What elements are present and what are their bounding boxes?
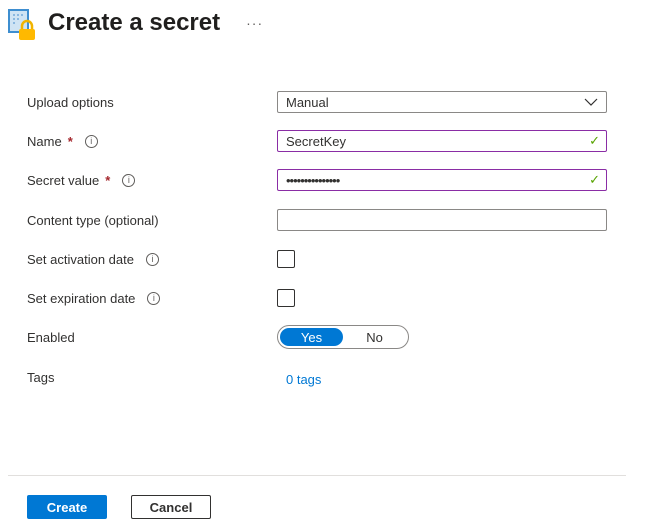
chevron-down-icon	[584, 98, 598, 106]
name-input[interactable]: SecretKey ✓	[277, 130, 607, 152]
enabled-yes-option[interactable]: Yes	[280, 328, 343, 346]
tags-link[interactable]: 0 tags	[286, 372, 321, 387]
name-row: Name * i SecretKey ✓	[27, 129, 607, 153]
enabled-toggle[interactable]: Yes No	[277, 325, 409, 349]
secret-value-label: Secret value	[27, 172, 100, 188]
activation-date-row: Set activation date i	[27, 247, 607, 271]
divider	[8, 475, 626, 476]
page-title: Create a secret	[48, 9, 221, 36]
expiration-date-row: Set expiration date i	[27, 286, 607, 310]
secret-value-row: Secret value * i ••••••••••••••• ✓	[27, 168, 607, 192]
cancel-button[interactable]: Cancel	[131, 495, 211, 519]
secret-value-masked: •••••••••••••••	[286, 172, 340, 188]
info-icon[interactable]: i	[122, 173, 136, 187]
info-icon[interactable]: i	[84, 134, 98, 148]
more-options-button[interactable]: ···	[246, 15, 263, 31]
activation-date-checkbox[interactable]	[277, 250, 295, 268]
content-type-input[interactable]	[277, 209, 607, 231]
enabled-row: Enabled Yes No	[27, 325, 607, 349]
required-marker: *	[67, 133, 73, 149]
activation-date-label: Set activation date	[27, 251, 134, 267]
upload-options-label: Upload options	[27, 94, 114, 110]
name-label: Name	[27, 133, 62, 149]
info-icon[interactable]: i	[145, 252, 159, 266]
name-value: SecretKey	[286, 133, 346, 149]
upload-options-value: Manual	[286, 94, 329, 110]
expiration-date-label: Set expiration date	[27, 290, 136, 306]
content-type-row: Content type (optional)	[27, 208, 607, 232]
header: Create a secret ···	[8, 6, 263, 40]
upload-options-dropdown[interactable]: Manual	[277, 91, 607, 113]
create-button[interactable]: Create	[27, 495, 107, 519]
secret-value-input[interactable]: ••••••••••••••• ✓	[277, 169, 607, 191]
key-vault-lock-icon	[8, 9, 35, 40]
expiration-date-checkbox[interactable]	[277, 289, 295, 307]
upload-options-row: Upload options Manual	[27, 90, 607, 114]
info-icon[interactable]: i	[147, 291, 161, 305]
required-marker: *	[105, 172, 111, 188]
tags-label: Tags	[27, 369, 55, 385]
enabled-no-option[interactable]: No	[343, 328, 406, 346]
check-icon: ✓	[589, 133, 600, 148]
content-type-label: Content type (optional)	[27, 212, 159, 228]
tags-row: Tags 0 tags	[27, 365, 607, 389]
check-icon: ✓	[589, 172, 600, 187]
enabled-label: Enabled	[27, 329, 75, 345]
